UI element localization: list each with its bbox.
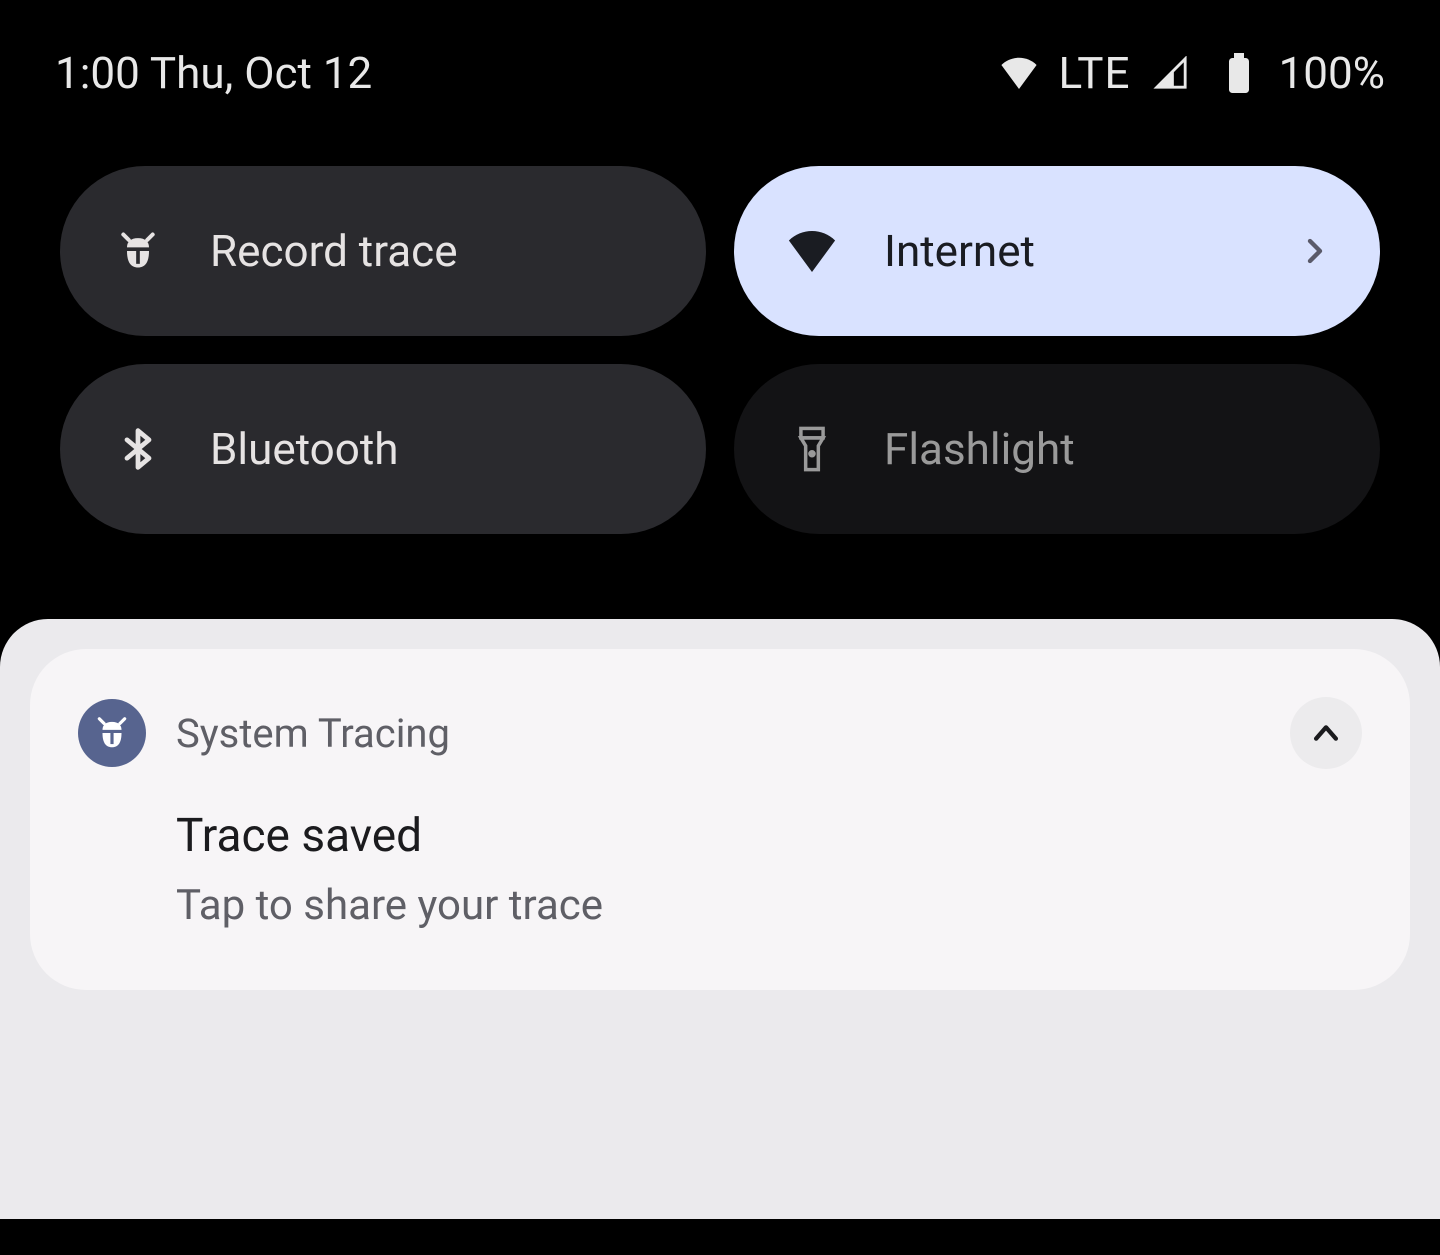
bug-icon	[110, 223, 166, 279]
wifi-icon	[991, 45, 1047, 101]
status-bar: 1:00 Thu, Oct 12 LTE 100%	[0, 0, 1440, 101]
notification-card[interactable]: System Tracing Trace saved Tap to share …	[30, 649, 1410, 990]
tile-label: Record trace	[210, 225, 656, 277]
internet-tile[interactable]: Internet	[734, 166, 1380, 336]
tile-label: Flashlight	[884, 423, 1330, 475]
notification-shade: System Tracing Trace saved Tap to share …	[0, 619, 1440, 1219]
tile-label: Bluetooth	[210, 423, 656, 475]
bluetooth-tile[interactable]: Bluetooth	[60, 364, 706, 534]
collapse-button[interactable]	[1290, 697, 1362, 769]
bluetooth-icon	[110, 421, 166, 477]
notification-header: System Tracing	[78, 697, 1362, 769]
status-right: LTE 100%	[991, 45, 1385, 101]
chevron-right-icon	[1300, 225, 1330, 277]
chevron-up-icon	[1309, 716, 1343, 750]
notification-body: Trace saved Tap to share your trace	[78, 809, 1362, 930]
quick-settings-panel: Record trace Internet Bluetooth Flashlig…	[0, 101, 1440, 534]
notification-text: Tap to share your trace	[176, 881, 1362, 930]
tile-label: Internet	[884, 225, 1256, 277]
battery-icon	[1211, 45, 1267, 101]
battery-percent: 100%	[1279, 47, 1385, 99]
wifi-icon	[784, 223, 840, 279]
flashlight-tile[interactable]: Flashlight	[734, 364, 1380, 534]
flashlight-icon	[784, 421, 840, 477]
record-trace-tile[interactable]: Record trace	[60, 166, 706, 336]
signal-icon	[1143, 45, 1199, 101]
status-time-date: 1:00 Thu, Oct 12	[55, 47, 372, 99]
notification-app-name: System Tracing	[176, 710, 1260, 757]
notification-title: Trace saved	[176, 809, 1362, 863]
app-icon-bug	[78, 699, 146, 767]
network-type: LTE	[1059, 47, 1131, 99]
